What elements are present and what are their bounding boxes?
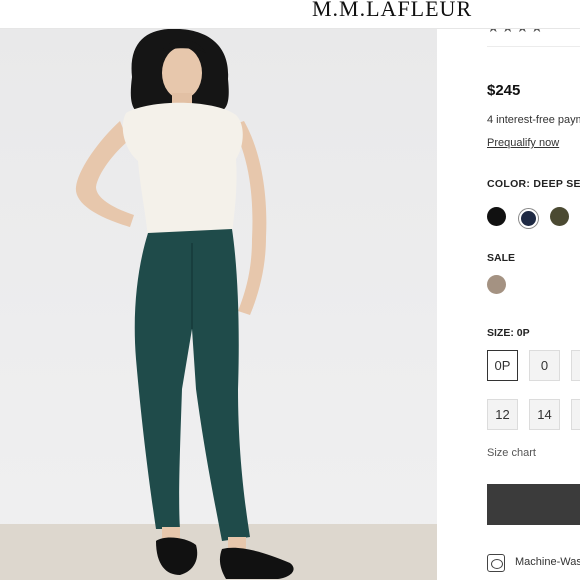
size-option-16[interactable] — [571, 399, 580, 430]
care-info: Machine-Washable — [487, 551, 580, 575]
color-swatch-taupe[interactable] — [487, 275, 506, 294]
size-option-12[interactable]: 12 — [487, 399, 518, 430]
product-photo[interactable] — [0, 29, 437, 580]
white-top — [122, 102, 243, 239]
color-swatch-navy[interactable] — [519, 209, 538, 228]
rating-stars[interactable]: ★★★★ — [487, 29, 545, 36]
washer-icon — [487, 554, 505, 572]
color-swatch-olive[interactable] — [550, 207, 569, 226]
product-details-panel: ★★★★ $245 4 interest-free payments Prequ… — [437, 29, 580, 580]
size-chart-link[interactable]: Size chart — [487, 447, 536, 459]
size-option-0p[interactable]: 0P — [487, 350, 518, 381]
size-label: SIZE: 0P — [487, 327, 530, 339]
add-to-bag-button[interactable] — [487, 484, 580, 525]
sale-label: SALE — [487, 252, 516, 264]
right-sandal — [156, 537, 198, 575]
size-option-2[interactable] — [571, 350, 580, 381]
price: $245 — [487, 82, 521, 99]
brand-logo[interactable]: M.M.LAFLEUR — [312, 0, 472, 22]
face — [162, 47, 202, 99]
color-swatch-black[interactable] — [487, 207, 506, 226]
divider — [487, 46, 580, 47]
prequalify-link[interactable]: Prequalify now — [487, 137, 559, 149]
care-text: Machine-Washable — [515, 556, 580, 568]
model-illustration — [75, 29, 294, 579]
color-label: COLOR: DEEP SEA — [487, 178, 580, 190]
left-sandal — [219, 547, 294, 579]
installments-text: 4 interest-free payments — [487, 114, 580, 126]
size-option-0[interactable]: 0 — [529, 350, 560, 381]
site-header: M.M.LAFLEUR — [0, 0, 580, 29]
size-option-14[interactable]: 14 — [529, 399, 560, 430]
